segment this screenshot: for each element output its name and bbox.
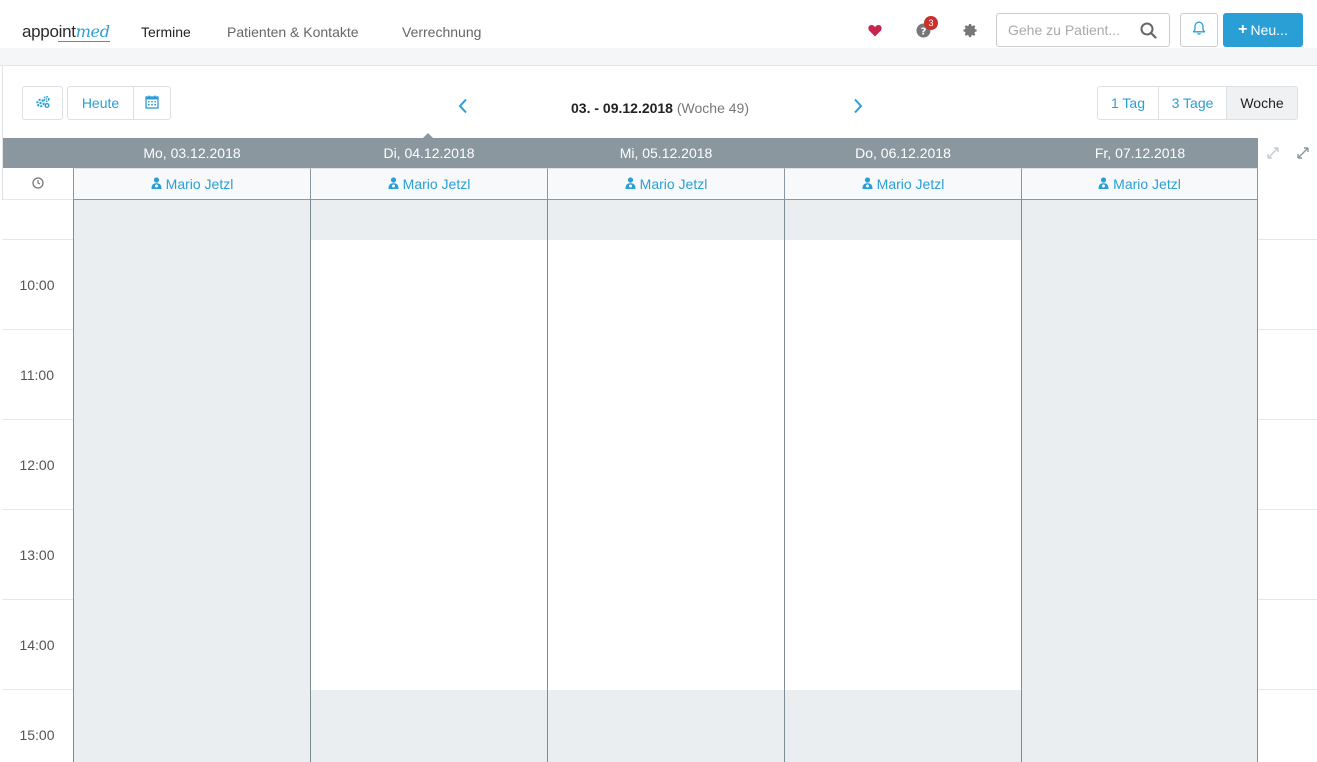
cogs-icon	[35, 95, 51, 112]
view-3-tage[interactable]: 3 Tage	[1159, 87, 1227, 119]
doctor-icon	[625, 176, 636, 192]
time-label-14: 14:00	[19, 637, 55, 653]
new-button-label: Neu...	[1250, 22, 1288, 38]
next-week-chevron-right-icon[interactable]	[850, 96, 866, 116]
nav-patienten-kontakte[interactable]: Patienten & Kontakte	[227, 24, 359, 40]
day-column-tue[interactable]	[310, 200, 548, 762]
search-icon[interactable]	[1140, 22, 1157, 42]
view-switcher: 1 Tag 3 Tage Woche	[1097, 86, 1298, 120]
previous-week-chevron-left-icon[interactable]	[455, 96, 471, 116]
doctor-icon	[388, 176, 399, 192]
time-label-15: 15:00	[19, 727, 55, 743]
logo-underline	[58, 41, 110, 42]
open-hours-slot[interactable]	[548, 240, 784, 690]
time-label-13: 13:00	[19, 547, 55, 563]
help-badge: 3	[924, 16, 938, 30]
time-label-10: 10:00	[19, 277, 55, 293]
nav-termine[interactable]: Termine	[141, 24, 191, 40]
day-header-wed: Mi, 05.12.2018	[619, 145, 713, 161]
date-range-label: 03. - 09.12.2018 (Woche 49)	[470, 100, 850, 116]
day-column-fri[interactable]	[1021, 200, 1258, 762]
open-hours-slot[interactable]	[785, 240, 1021, 690]
date-picker-button[interactable]	[133, 86, 171, 120]
resource-name: Mario Jetzl	[639, 176, 708, 192]
resource-name: Mario Jetzl	[165, 176, 234, 192]
resource-name: Mario Jetzl	[876, 176, 945, 192]
clock-icon	[32, 176, 44, 192]
app-logo[interactable]: appointmed	[22, 22, 110, 42]
resource-settings-button[interactable]	[22, 86, 63, 120]
time-label-12: 12:00	[19, 457, 55, 473]
day-header-thu: Do, 06.12.2018	[855, 145, 951, 161]
doctor-icon	[862, 176, 873, 192]
plus-icon: +	[1238, 21, 1248, 38]
doctor-icon	[1098, 176, 1109, 192]
sub-navigation-strip	[0, 48, 1317, 66]
notifications-button[interactable]	[1180, 13, 1218, 47]
day-header-tue: Di, 04.12.2018	[383, 145, 475, 161]
resource-mario-jetzl-fri[interactable]: Mario Jetzl	[1021, 168, 1258, 200]
time-column-header	[2, 168, 74, 200]
date-range-dates: 03. - 09.12.2018	[571, 100, 673, 116]
open-hours-slot[interactable]	[311, 240, 547, 690]
day-header-fri: Fr, 07.12.2018	[1094, 145, 1186, 161]
fullscreen-expand-icon[interactable]	[1295, 145, 1311, 161]
resource-mario-jetzl-mon[interactable]: Mario Jetzl	[73, 168, 311, 200]
day-column-mon[interactable]	[73, 200, 311, 762]
day-header-mon: Mo, 03.12.2018	[143, 145, 241, 161]
view-woche[interactable]: Woche	[1227, 87, 1297, 119]
resource-name: Mario Jetzl	[1113, 176, 1181, 192]
bell-icon	[1192, 21, 1206, 39]
top-navigation: appointmed Termine Patienten & Kontakte …	[0, 0, 1317, 48]
date-range-week: (Woche 49)	[676, 100, 749, 116]
new-button[interactable]: + Neu...	[1223, 13, 1303, 47]
logo-text-med: med	[75, 22, 110, 41]
today-button[interactable]: Heute	[67, 86, 134, 120]
expand-icon[interactable]	[1265, 145, 1281, 161]
resource-mario-jetzl-tue[interactable]: Mario Jetzl	[310, 168, 548, 200]
doctor-icon	[151, 176, 162, 192]
day-column-thu[interactable]	[784, 200, 1022, 762]
resource-mario-jetzl-wed[interactable]: Mario Jetzl	[547, 168, 785, 200]
resource-name: Mario Jetzl	[402, 176, 471, 192]
nav-verrechnung[interactable]: Verrechnung	[402, 24, 481, 40]
calendar-icon	[145, 95, 159, 112]
logo-text-appoint: appoint	[22, 22, 76, 41]
favorites-heart-icon[interactable]	[865, 20, 885, 40]
view-1-tag[interactable]: 1 Tag	[1098, 87, 1159, 119]
patient-search	[996, 13, 1170, 47]
time-label-11: 11:00	[20, 367, 54, 383]
resource-mario-jetzl-thu[interactable]: Mario Jetzl	[784, 168, 1022, 200]
settings-gear-icon[interactable]	[960, 20, 980, 40]
patient-search-input[interactable]	[1008, 22, 1138, 38]
day-column-wed[interactable]	[547, 200, 785, 762]
